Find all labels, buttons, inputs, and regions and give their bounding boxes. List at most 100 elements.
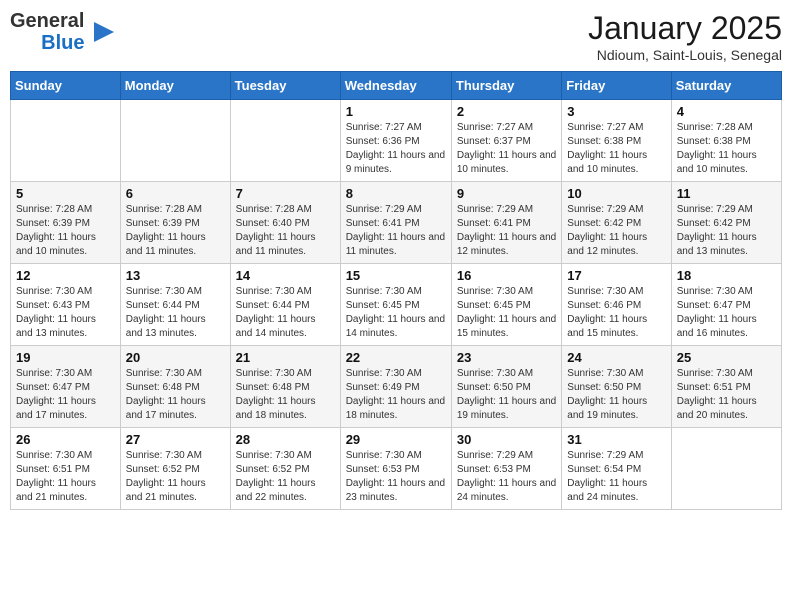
- day-info: Sunrise: 7:29 AM Sunset: 6:53 PM Dayligh…: [457, 449, 556, 505]
- title-block: January 2025 Ndioum, Saint-Louis, Senega…: [588, 10, 782, 63]
- day-number: 7: [236, 186, 335, 201]
- calendar-cell: 25 Sunrise: 7:30 AM Sunset: 6:51 PM Dayli…: [671, 346, 781, 428]
- day-number: 25: [677, 350, 776, 365]
- day-info: Sunrise: 7:27 AM Sunset: 6:37 PM Dayligh…: [457, 121, 556, 177]
- calendar-cell: [671, 428, 781, 510]
- day-number: 6: [126, 186, 225, 201]
- day-info: Sunrise: 7:30 AM Sunset: 6:46 PM Dayligh…: [567, 285, 665, 341]
- day-number: 21: [236, 350, 335, 365]
- calendar-cell: 30 Sunrise: 7:29 AM Sunset: 6:53 PM Dayli…: [451, 428, 561, 510]
- day-number: 16: [457, 268, 556, 283]
- calendar-cell: 19 Sunrise: 7:30 AM Sunset: 6:47 PM Dayli…: [11, 346, 121, 428]
- weekday-header-saturday: Saturday: [671, 72, 781, 100]
- day-number: 12: [16, 268, 115, 283]
- day-number: 2: [457, 104, 556, 119]
- day-number: 10: [567, 186, 665, 201]
- calendar-cell: 31Sunrise: 7:29 AM Sunset: 6:54 PM Dayli…: [562, 428, 671, 510]
- calendar-cell: 18 Sunrise: 7:30 AM Sunset: 6:47 PM Dayli…: [671, 264, 781, 346]
- day-number: 24: [567, 350, 665, 365]
- day-info: Sunrise: 7:30 AM Sunset: 6:47 PM Dayligh…: [677, 285, 776, 341]
- logo-blue: Blue: [41, 32, 84, 54]
- day-info: Sunrise: 7:30 AM Sunset: 6:45 PM Dayligh…: [457, 285, 556, 341]
- day-info: Sunrise: 7:30 AM Sunset: 6:44 PM Dayligh…: [236, 285, 335, 341]
- weekday-header-row: SundayMondayTuesdayWednesdayThursdayFrid…: [11, 72, 782, 100]
- calendar-cell: 23Sunrise: 7:30 AM Sunset: 6:50 PM Dayli…: [451, 346, 561, 428]
- week-row-2: 5 Sunrise: 7:28 AM Sunset: 6:39 PM Daylig…: [11, 182, 782, 264]
- day-info: Sunrise: 7:27 AM Sunset: 6:38 PM Dayligh…: [567, 121, 665, 177]
- calendar-cell: 4 Sunrise: 7:28 AM Sunset: 6:38 PM Daylig…: [671, 100, 781, 182]
- day-info: Sunrise: 7:30 AM Sunset: 6:48 PM Dayligh…: [236, 367, 335, 423]
- day-info: Sunrise: 7:29 AM Sunset: 6:42 PM Dayligh…: [677, 203, 776, 259]
- logo: General Blue: [10, 10, 114, 54]
- day-info: Sunrise: 7:30 AM Sunset: 6:43 PM Dayligh…: [16, 285, 115, 341]
- calendar-cell: 11Sunrise: 7:29 AM Sunset: 6:42 PM Dayli…: [671, 182, 781, 264]
- day-number: 27: [126, 432, 225, 447]
- day-info: Sunrise: 7:30 AM Sunset: 6:51 PM Dayligh…: [677, 367, 776, 423]
- calendar-table: SundayMondayTuesdayWednesdayThursdayFrid…: [10, 71, 782, 510]
- day-number: 29: [346, 432, 446, 447]
- weekday-header-friday: Friday: [562, 72, 671, 100]
- day-info: Sunrise: 7:28 AM Sunset: 6:38 PM Dayligh…: [677, 121, 776, 177]
- calendar-cell: [230, 100, 340, 182]
- calendar-cell: 15 Sunrise: 7:30 AM Sunset: 6:45 PM Dayli…: [340, 264, 451, 346]
- calendar-cell: 7 Sunrise: 7:28 AM Sunset: 6:40 PM Daylig…: [230, 182, 340, 264]
- day-info: Sunrise: 7:28 AM Sunset: 6:39 PM Dayligh…: [16, 203, 115, 259]
- day-info: Sunrise: 7:30 AM Sunset: 6:50 PM Dayligh…: [567, 367, 665, 423]
- calendar-cell: 1Sunrise: 7:27 AM Sunset: 6:36 PM Daylig…: [340, 100, 451, 182]
- calendar-cell: 20 Sunrise: 7:30 AM Sunset: 6:48 PM Dayli…: [120, 346, 230, 428]
- day-info: Sunrise: 7:30 AM Sunset: 6:52 PM Dayligh…: [126, 449, 225, 505]
- day-info: Sunrise: 7:29 AM Sunset: 6:42 PM Dayligh…: [567, 203, 665, 259]
- weekday-header-thursday: Thursday: [451, 72, 561, 100]
- day-number: 13: [126, 268, 225, 283]
- location-subtitle: Ndioum, Saint-Louis, Senegal: [588, 47, 782, 63]
- logo-icon: [86, 18, 114, 46]
- day-info: Sunrise: 7:30 AM Sunset: 6:48 PM Dayligh…: [126, 367, 225, 423]
- day-number: 26: [16, 432, 115, 447]
- calendar-cell: 17 Sunrise: 7:30 AM Sunset: 6:46 PM Dayli…: [562, 264, 671, 346]
- day-number: 9: [457, 186, 556, 201]
- day-info: Sunrise: 7:30 AM Sunset: 6:45 PM Dayligh…: [346, 285, 446, 341]
- day-number: 14: [236, 268, 335, 283]
- weekday-header-wednesday: Wednesday: [340, 72, 451, 100]
- calendar-cell: 21 Sunrise: 7:30 AM Sunset: 6:48 PM Dayli…: [230, 346, 340, 428]
- calendar-cell: 10 Sunrise: 7:29 AM Sunset: 6:42 PM Dayli…: [562, 182, 671, 264]
- day-info: Sunrise: 7:30 AM Sunset: 6:47 PM Dayligh…: [16, 367, 115, 423]
- calendar-cell: 29 Sunrise: 7:30 AM Sunset: 6:53 PM Dayli…: [340, 428, 451, 510]
- calendar-cell: [120, 100, 230, 182]
- calendar-cell: 28Sunrise: 7:30 AM Sunset: 6:52 PM Dayli…: [230, 428, 340, 510]
- calendar-cell: 5 Sunrise: 7:28 AM Sunset: 6:39 PM Daylig…: [11, 182, 121, 264]
- day-number: 15: [346, 268, 446, 283]
- day-info: Sunrise: 7:30 AM Sunset: 6:44 PM Dayligh…: [126, 285, 225, 341]
- day-number: 18: [677, 268, 776, 283]
- calendar-cell: 8Sunrise: 7:29 AM Sunset: 6:41 PM Daylig…: [340, 182, 451, 264]
- calendar-cell: 6Sunrise: 7:28 AM Sunset: 6:39 PM Daylig…: [120, 182, 230, 264]
- weekday-header-monday: Monday: [120, 72, 230, 100]
- calendar-cell: 26Sunrise: 7:30 AM Sunset: 6:51 PM Dayli…: [11, 428, 121, 510]
- day-number: 28: [236, 432, 335, 447]
- day-info: Sunrise: 7:28 AM Sunset: 6:40 PM Dayligh…: [236, 203, 335, 259]
- day-info: Sunrise: 7:30 AM Sunset: 6:53 PM Dayligh…: [346, 449, 446, 505]
- calendar-cell: 12 Sunrise: 7:30 AM Sunset: 6:43 PM Dayli…: [11, 264, 121, 346]
- weekday-header-sunday: Sunday: [11, 72, 121, 100]
- day-number: 5: [16, 186, 115, 201]
- calendar-cell: 2 Sunrise: 7:27 AM Sunset: 6:37 PM Daylig…: [451, 100, 561, 182]
- week-row-1: 1Sunrise: 7:27 AM Sunset: 6:36 PM Daylig…: [11, 100, 782, 182]
- day-info: Sunrise: 7:29 AM Sunset: 6:41 PM Dayligh…: [457, 203, 556, 259]
- calendar-cell: 22Sunrise: 7:30 AM Sunset: 6:49 PM Dayli…: [340, 346, 451, 428]
- day-info: Sunrise: 7:30 AM Sunset: 6:49 PM Dayligh…: [346, 367, 446, 423]
- day-number: 30: [457, 432, 556, 447]
- calendar-cell: 24 Sunrise: 7:30 AM Sunset: 6:50 PM Dayli…: [562, 346, 671, 428]
- page-header: General Blue January 2025 Ndioum, Saint-…: [10, 10, 782, 63]
- day-number: 19: [16, 350, 115, 365]
- calendar-cell: 27 Sunrise: 7:30 AM Sunset: 6:52 PM Dayli…: [120, 428, 230, 510]
- day-info: Sunrise: 7:29 AM Sunset: 6:54 PM Dayligh…: [567, 449, 665, 505]
- calendar-cell: 16 Sunrise: 7:30 AM Sunset: 6:45 PM Dayli…: [451, 264, 561, 346]
- day-number: 17: [567, 268, 665, 283]
- calendar-cell: 3Sunrise: 7:27 AM Sunset: 6:38 PM Daylig…: [562, 100, 671, 182]
- day-number: 20: [126, 350, 225, 365]
- week-row-5: 26Sunrise: 7:30 AM Sunset: 6:51 PM Dayli…: [11, 428, 782, 510]
- calendar-cell: 9 Sunrise: 7:29 AM Sunset: 6:41 PM Daylig…: [451, 182, 561, 264]
- day-number: 4: [677, 104, 776, 119]
- calendar-cell: [11, 100, 121, 182]
- day-number: 8: [346, 186, 446, 201]
